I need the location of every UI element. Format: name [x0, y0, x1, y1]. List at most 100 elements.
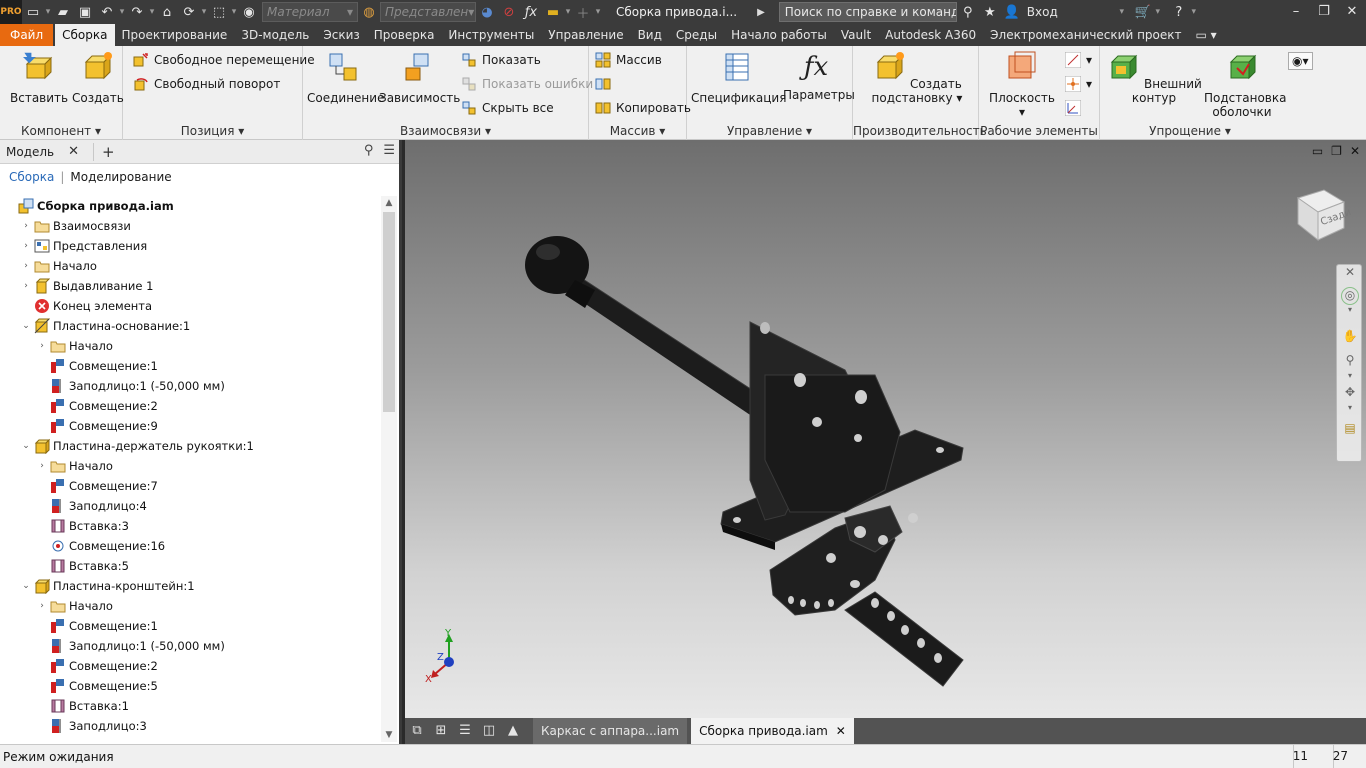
axis-button[interactable]: ▾	[1065, 52, 1092, 68]
tree-node[interactable]: › Взаимосвязи	[20, 216, 131, 236]
tab-6[interactable]: Инструменты	[441, 24, 541, 46]
show-errors-button[interactable]: Показать ошибки	[461, 76, 593, 92]
fx-parameters-icon[interactable]: ƒx	[520, 2, 542, 22]
cart-icon[interactable]: 🛒	[1132, 2, 1154, 22]
tree-expander-icon[interactable]: ⌄	[20, 321, 32, 331]
tree-node[interactable]: › Выдавливание 1	[20, 276, 153, 296]
help-icon[interactable]: ?	[1168, 2, 1190, 22]
new-file-icon[interactable]: ▭	[22, 2, 44, 22]
document-list-icon[interactable]: ▲	[501, 718, 525, 744]
insert-button[interactable]: Вставить	[10, 50, 68, 105]
copy-button[interactable]: Копировать	[595, 100, 691, 116]
open-folder-icon[interactable]: ▰	[52, 2, 74, 22]
tab-overflow-icon[interactable]: ▭ ▾	[1189, 24, 1224, 46]
tile-vertical-icon[interactable]: ◫	[477, 718, 501, 744]
tree-node[interactable]: Совмещение:2	[36, 396, 158, 416]
tab-1[interactable]: Сборка	[55, 24, 115, 46]
browser-view-assembly[interactable]: Сборка	[9, 170, 54, 184]
show-button[interactable]: Показать	[461, 52, 541, 68]
browser-search-icon[interactable]: ⚲	[364, 143, 374, 158]
tree-expander-icon[interactable]: ›	[36, 341, 48, 351]
tab-0[interactable]: Файл	[0, 24, 54, 46]
new-dropdown-icon[interactable]: ▾	[44, 7, 52, 17]
panel-simplification-label[interactable]: Упрощение ▾	[1100, 124, 1280, 138]
tile-horizontal-icon[interactable]: ☰	[453, 718, 477, 744]
select-icon[interactable]: ⬚	[208, 2, 230, 22]
panel-pattern-label[interactable]: Массив ▾	[589, 124, 686, 138]
tree-node[interactable]: ⌄ Пластина-основание:1	[20, 316, 190, 336]
panel-position-label[interactable]: Позиция ▾	[123, 124, 302, 138]
shrinkwrap-button[interactable]: Внешний контур	[1106, 50, 1202, 105]
free-move-button[interactable]: Свободное перемещение	[133, 52, 315, 68]
select-dropdown-icon[interactable]: ▾	[230, 7, 238, 17]
tree-expander-icon[interactable]: ›	[36, 601, 48, 611]
tree-node[interactable]: Совмещение:1	[36, 616, 158, 636]
cart-dropdown-icon[interactable]: ▾	[1154, 7, 1162, 17]
tab-12[interactable]: Autodesk A360	[878, 24, 983, 46]
tree-expander-icon[interactable]: ⌄	[20, 441, 32, 451]
tree-node[interactable]: Совмещение:1	[36, 356, 158, 376]
tree-node[interactable]: › Начало	[36, 596, 113, 616]
tree-node[interactable]: Вставка:5	[36, 556, 129, 576]
browser-view-modeling[interactable]: Моделирование	[70, 170, 171, 184]
save-icon[interactable]: ▣	[74, 2, 96, 22]
tab-9[interactable]: Среды	[669, 24, 724, 46]
tab-2[interactable]: Проектирование	[115, 24, 235, 46]
undo-dropdown-icon[interactable]: ▾	[118, 7, 126, 17]
plane-button[interactable]: Плоскость ▾	[987, 50, 1057, 119]
tree-expander-icon[interactable]: ›	[20, 281, 32, 291]
tree-node[interactable]: Конец элемента	[20, 296, 152, 316]
constraint-button[interactable]: Зависимость	[379, 50, 460, 105]
home-icon[interactable]: ⌂	[156, 2, 178, 22]
document-tab[interactable]: Каркас с аппара...iam	[533, 718, 688, 744]
panel-manage-label[interactable]: Управление ▾	[687, 124, 852, 138]
tab-7[interactable]: Управление	[541, 24, 630, 46]
bom-button[interactable]: Спецификация	[691, 50, 786, 105]
tab-10[interactable]: Начало работы	[724, 24, 834, 46]
browser-add-tab-icon[interactable]: +	[93, 142, 115, 161]
tree-expander-icon[interactable]: ›	[20, 221, 32, 231]
ucs-button[interactable]	[1065, 100, 1086, 116]
graphics-viewport[interactable]: ▭ ❐ ✕ Сзади ✕ ◎ ▾ ✋ ⚲ ▾ ✥ ▾ ▤ Y Z X	[405, 140, 1366, 718]
document-tab[interactable]: Сборка привода.iam ✕	[691, 718, 854, 744]
tab-3[interactable]: 3D-модель	[234, 24, 316, 46]
browser-scrollbar[interactable]: ▲ ▼	[381, 196, 397, 742]
tree-node[interactable]: Заподлицо:3	[36, 716, 147, 736]
browser-menu-icon[interactable]: ☰	[383, 143, 395, 158]
tree-node[interactable]: › Представления	[20, 236, 147, 256]
tree-node[interactable]: › Начало	[20, 256, 97, 276]
tree-node[interactable]: Совмещение:2	[36, 656, 158, 676]
undo-icon[interactable]: ↶	[96, 2, 118, 22]
redo-dropdown-icon[interactable]: ▾	[148, 7, 156, 17]
customize-dropdown-icon[interactable]: ▾	[594, 7, 602, 17]
binoculars-icon[interactable]: ⚲	[957, 2, 979, 22]
create-button[interactable]: Создать	[72, 50, 124, 105]
pattern-button[interactable]: Массив	[595, 52, 662, 68]
browser-tab-close-icon[interactable]: ✕	[68, 144, 79, 159]
tab-13[interactable]: Электромеханический проект	[983, 24, 1188, 46]
shrinkwrap-substitute-button[interactable]: Подстановка оболочки	[1204, 50, 1286, 119]
handle-holder-plate[interactable]	[749, 321, 901, 521]
tree-node[interactable]: › Начало	[36, 336, 113, 356]
tab-11[interactable]: Vault	[834, 24, 878, 46]
joint-button[interactable]: Соединение	[307, 50, 384, 105]
close-window-icon[interactable]: ✕	[1338, 0, 1366, 24]
panel-component-label[interactable]: Компонент ▾	[0, 124, 122, 138]
point-button[interactable]: ▾	[1065, 76, 1092, 92]
tree-node[interactable]: › Начало	[36, 456, 113, 476]
create-substitute-button[interactable]: Создать подстановку ▾	[867, 50, 967, 105]
tab-5[interactable]: Проверка	[367, 24, 442, 46]
appearance-combo[interactable]: Представлен ▾	[380, 2, 476, 22]
free-rotate-button[interactable]: Свободный поворот	[133, 76, 280, 92]
tree-expander-icon[interactable]: ›	[20, 261, 32, 271]
help-search-input[interactable]: Поиск по справке и командам...	[778, 2, 957, 22]
mirror-button[interactable]	[595, 76, 616, 92]
tile-windows-icon[interactable]: ⊞	[429, 718, 453, 744]
tree-node[interactable]: Сборка привода.iam	[4, 196, 174, 216]
clear-appearance-icon[interactable]: ⊘	[498, 2, 520, 22]
tree-node[interactable]: ⌄ Пластина-держатель рукоятки:1	[20, 436, 254, 456]
panel-relationships-label[interactable]: Взаимосвязи ▾	[303, 124, 588, 138]
tab-8[interactable]: Вид	[631, 24, 669, 46]
plus-icon[interactable]: ＋	[572, 2, 594, 22]
update-icon[interactable]: ⟳	[178, 2, 200, 22]
